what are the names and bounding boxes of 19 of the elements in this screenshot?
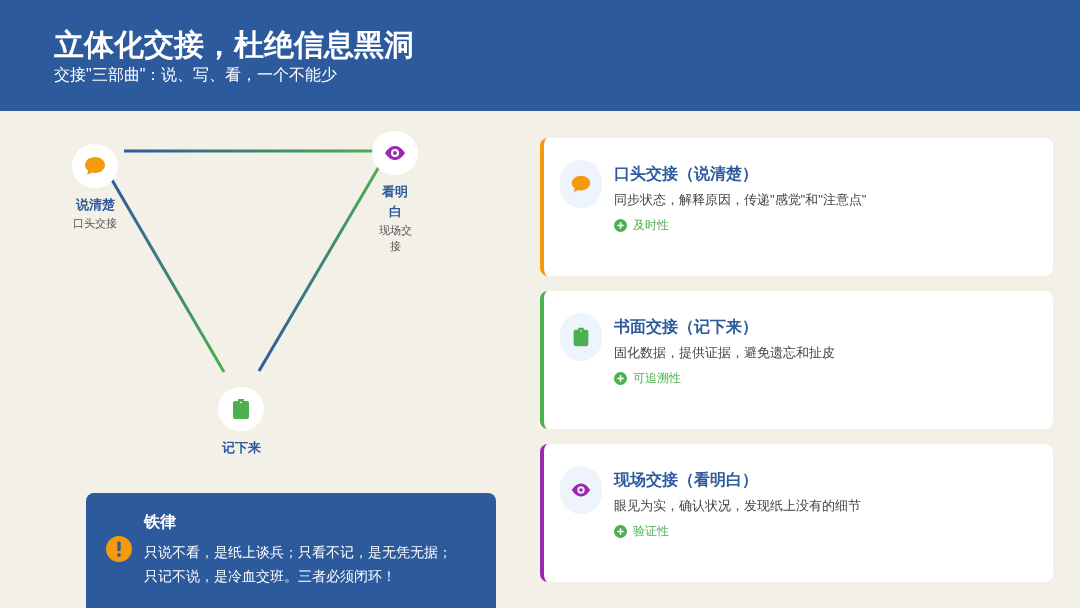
rule-text: 只说不看，是纸上谈兵；只看不记，是无凭无据； [144,542,452,562]
card-text: 同步状态，解释原因，传递"感觉"和"注意点" [614,191,867,209]
card-title: 口头交接（说清楚） [614,164,759,184]
node-title: 记下来 [220,439,262,457]
card-title: 书面交接（记下来） [614,317,759,337]
node-caption: 现场交接 [377,223,413,254]
card-tag: 及时性 [633,216,669,234]
rule-text: 只记不说，是冷血交班。三者必须闭环！ [144,566,397,586]
card-text: 固化数据，提供证据，避免遗忘和扯皮 [614,344,835,362]
node-caption: 口头交接 [72,216,118,231]
node-title: 说清楚 [74,196,116,214]
node-title: 看明白 [381,183,409,221]
rule-title: 铁律 [144,511,177,532]
page-subtitle: 交接"三部曲"：说、写、看，一个不能少 [54,65,339,85]
card-tag: 可追溯性 [633,369,681,387]
card-tag: 验证性 [633,522,669,540]
page-title: 立体化交接，杜绝信息黑洞 [54,27,415,63]
card-text: 眼见为实，确认状况，发现纸上没有的细节 [614,497,861,515]
card-title: 现场交接（看明白） [614,470,759,490]
